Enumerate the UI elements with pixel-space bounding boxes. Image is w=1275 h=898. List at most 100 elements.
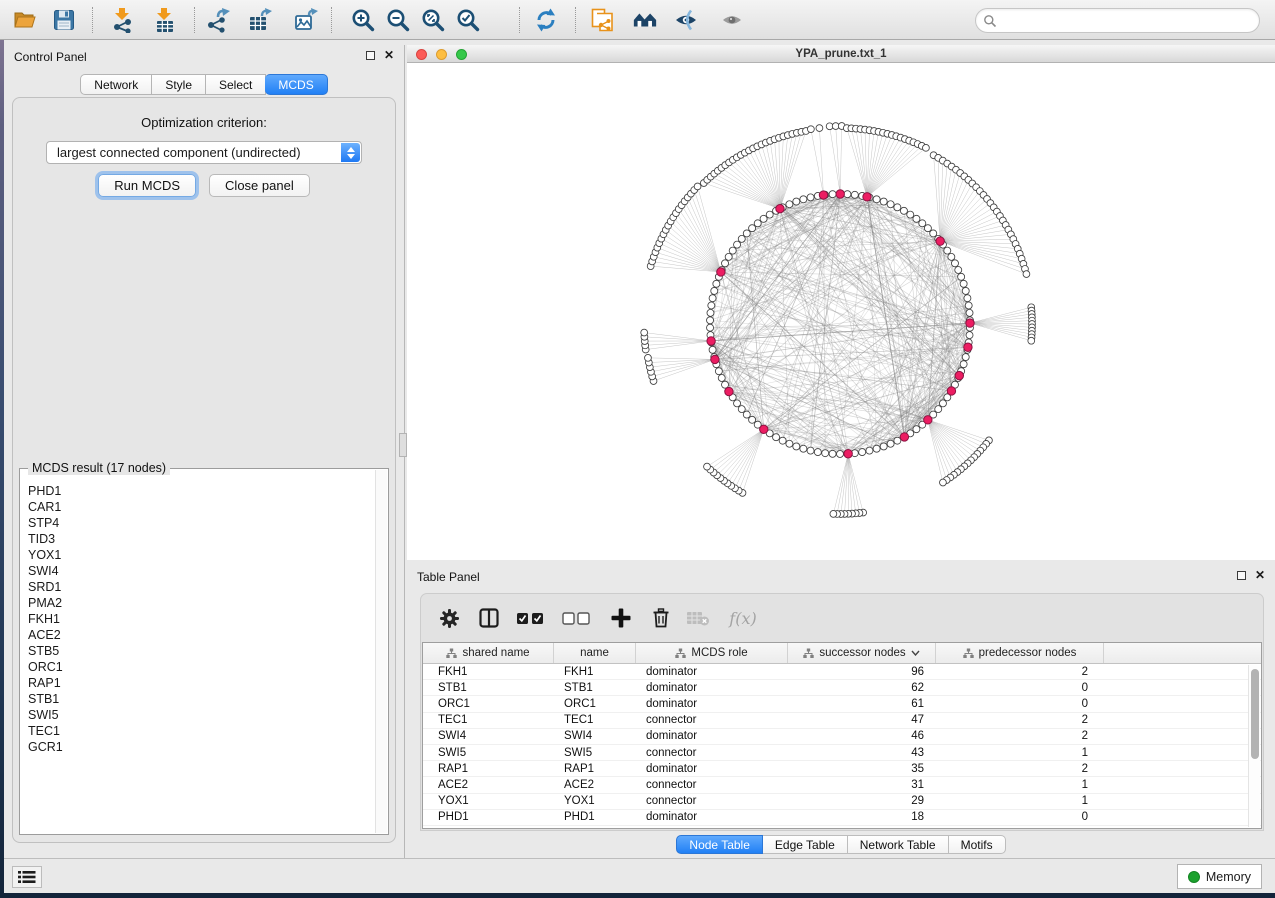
cell-predecessor-nodes: 0 (936, 682, 1104, 694)
window-zoom-icon[interactable] (456, 49, 467, 60)
table-row[interactable]: STB1STB1dominator620 (423, 680, 1261, 696)
run-mcds-button[interactable]: Run MCDS (98, 174, 196, 197)
column-header-successor-nodes[interactable]: successor nodes (788, 643, 936, 663)
mcds-result-item[interactable]: ORC1 (24, 659, 372, 675)
mcds-result-item[interactable]: STB5 (24, 643, 372, 659)
table-settings-gear-icon[interactable] (437, 606, 461, 630)
eye-slash-icon[interactable] (673, 7, 699, 33)
zoom-fit-icon[interactable] (420, 7, 446, 33)
close-panel-icon[interactable]: ✕ (1255, 569, 1265, 581)
table-panel-titlebar: Table Panel ✕ (407, 565, 1275, 589)
window-minimize-icon[interactable] (436, 49, 447, 60)
export-table-icon[interactable] (247, 7, 273, 33)
export-image-icon[interactable] (293, 7, 319, 33)
zoom-out-icon[interactable] (385, 7, 411, 33)
close-panel-icon[interactable]: ✕ (384, 49, 394, 61)
table-scrollbar[interactable] (1248, 665, 1260, 827)
column-header-shared-name[interactable]: shared name (423, 643, 554, 663)
search-input[interactable] (1001, 13, 1259, 29)
table-scrollbar-thumb[interactable] (1251, 669, 1259, 759)
network-canvas[interactable] (407, 64, 1275, 560)
select-all-icon[interactable] (515, 606, 549, 630)
float-panel-icon[interactable] (366, 51, 375, 60)
tab-network-table[interactable]: Network Table (848, 835, 949, 854)
mcds-result-item[interactable]: RAP1 (24, 675, 372, 691)
mcds-result-item[interactable]: STP4 (24, 515, 372, 531)
mcds-result-item[interactable]: TID3 (24, 531, 372, 547)
tab-edge-table[interactable]: Edge Table (763, 835, 848, 854)
mcds-result-item[interactable]: ACE2 (24, 627, 372, 643)
memory-button[interactable]: Memory (1177, 864, 1262, 889)
table-row[interactable]: TEC1TEC1connector472 (423, 713, 1261, 729)
tab-motifs[interactable]: Motifs (949, 835, 1006, 854)
delete-column-icon[interactable] (649, 606, 673, 630)
criterion-dropdown[interactable]: largest connected component (undirected) (46, 141, 362, 164)
mcds-result-scrollbar[interactable] (375, 470, 387, 833)
mcds-result-item[interactable]: SWI5 (24, 707, 372, 723)
cell-mcds-role: dominator (636, 811, 788, 823)
network-view-titlebar[interactable]: YPA_prune.txt_1 (407, 45, 1275, 63)
show-columns-icon[interactable] (477, 606, 501, 630)
mcds-result-item[interactable]: SRD1 (24, 579, 372, 595)
column-header-mcds-role[interactable]: MCDS role (636, 643, 788, 663)
splitter-handle[interactable] (399, 433, 407, 457)
tab-style[interactable]: Style (152, 74, 206, 95)
table-row[interactable]: YOX1YOX1connector291 (423, 794, 1261, 810)
save-session-icon[interactable] (51, 7, 77, 33)
export-network-icon[interactable] (205, 7, 231, 33)
table-body: FKH1FKH1dominator962STB1STB1dominator620… (423, 664, 1261, 826)
tab-node-table[interactable]: Node Table (676, 835, 763, 854)
table-row[interactable]: SWI4SWI4dominator462 (423, 729, 1261, 745)
add-column-icon[interactable] (609, 606, 633, 630)
mcds-result-item[interactable]: TEC1 (24, 723, 372, 739)
cell-predecessor-nodes: 0 (936, 811, 1104, 823)
mcds-result-item[interactable]: PHD1 (24, 483, 372, 499)
mcds-result-item[interactable]: PMA2 (24, 595, 372, 611)
deselect-all-icon[interactable] (561, 606, 595, 630)
mcds-result-item[interactable]: SWI4 (24, 563, 372, 579)
cell-successor-nodes: 46 (788, 730, 936, 742)
network-view-title: YPA_prune.txt_1 (407, 45, 1275, 63)
column-header-name[interactable]: name (554, 643, 636, 663)
cell-mcds-role: dominator (636, 698, 788, 710)
cell-mcds-role: dominator (636, 730, 788, 742)
tab-mcds[interactable]: MCDS (265, 74, 327, 95)
tab-select[interactable]: Select (206, 74, 266, 95)
column-header-predecessor-nodes[interactable]: predecessor nodes (936, 643, 1104, 663)
cell-shared-name: RAP1 (423, 763, 554, 775)
table-row[interactable]: ACE2ACE2connector311 (423, 777, 1261, 793)
cell-name: FKH1 (554, 666, 636, 678)
window-close-icon[interactable] (416, 49, 427, 60)
import-network-icon[interactable] (110, 7, 136, 33)
network-document-icon[interactable] (589, 7, 615, 33)
import-table-icon[interactable] (152, 7, 178, 33)
delete-table-icon[interactable] (686, 606, 710, 630)
mcds-result-item[interactable]: YOX1 (24, 547, 372, 563)
table-row[interactable]: SWI5SWI5connector431 (423, 745, 1261, 761)
search-box[interactable] (975, 8, 1260, 33)
table-row[interactable]: PHD1PHD1dominator180 (423, 810, 1261, 826)
mcds-result-title: MCDS result (17 nodes) (28, 461, 170, 475)
zoom-selected-icon[interactable] (455, 7, 481, 33)
task-history-button[interactable] (12, 866, 42, 888)
table-row[interactable]: RAP1RAP1dominator352 (423, 761, 1261, 777)
mcds-result-item[interactable]: STB1 (24, 691, 372, 707)
network-graph[interactable] (407, 64, 1275, 560)
eye-icon[interactable] (719, 7, 745, 33)
main-toolbar (0, 0, 1275, 40)
cell-successor-nodes: 47 (788, 714, 936, 726)
float-panel-icon[interactable] (1237, 571, 1246, 580)
tab-network[interactable]: Network (80, 74, 152, 95)
column-header-filler (1104, 643, 1261, 663)
mcds-result-item[interactable]: GCR1 (24, 739, 372, 755)
mcds-result-item[interactable]: FKH1 (24, 611, 372, 627)
table-row[interactable]: ORC1ORC1dominator610 (423, 696, 1261, 712)
mcds-result-item[interactable]: CAR1 (24, 499, 372, 515)
function-builder-icon[interactable]: f(x) (724, 606, 762, 630)
table-row[interactable]: FKH1FKH1dominator962 (423, 664, 1261, 680)
zoom-in-icon[interactable] (350, 7, 376, 33)
open-session-icon[interactable] (12, 7, 38, 33)
refresh-icon[interactable] (533, 7, 559, 33)
houses-icon[interactable] (632, 7, 658, 33)
close-panel-button[interactable]: Close panel (209, 174, 310, 197)
